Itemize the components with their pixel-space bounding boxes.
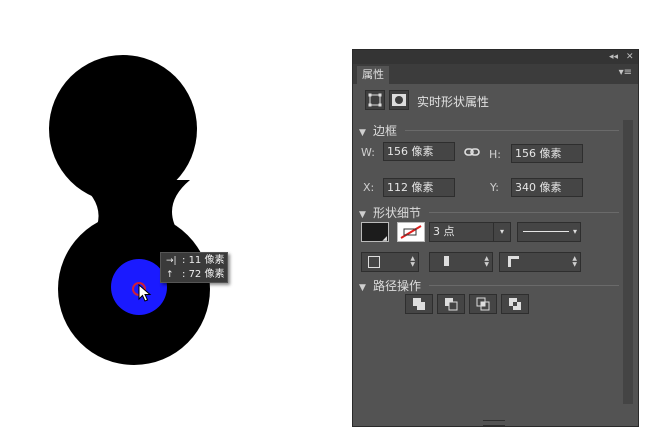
dropdown-arrow-icon: ◢ <box>382 235 387 242</box>
exclude-overlap-icon <box>509 298 521 310</box>
measurement-tooltip: →|: 11 像素 ↑: 72 像素 <box>160 252 228 283</box>
intersect-shapes-button[interactable] <box>469 294 497 314</box>
stroke-color-swatch[interactable] <box>397 222 425 242</box>
intersect-shapes-icon <box>476 297 490 311</box>
horizontal-distance-icon: →| <box>166 256 177 266</box>
stroke-align-dropdown[interactable]: ▲ ▼ <box>361 252 419 272</box>
properties-panel: ◂◂ ✕ 属性 ▾≡ 实时形状属性 ▼ 边框 W: 156 像素 H: 156 像… <box>352 49 639 427</box>
panel-tab-bar: 属性 ▾≡ <box>353 64 638 84</box>
collapse-icon[interactable]: ◂◂ <box>609 50 618 64</box>
combine-shapes-icon <box>413 298 425 310</box>
spinner-arrows-icon: ▲ ▼ <box>484 255 489 268</box>
panel-menu-icon[interactable]: ▾≡ <box>619 64 632 82</box>
tooltip-row-horizontal: →|: 11 像素 <box>166 254 227 268</box>
dropdown-arrow-icon[interactable]: ▾ <box>493 223 510 241</box>
subtract-front-shape-button[interactable] <box>437 294 465 314</box>
close-icon[interactable]: ✕ <box>626 50 634 64</box>
section-separator <box>429 212 619 213</box>
exclude-overlap-button[interactable] <box>501 294 529 314</box>
live-shape-properties-label: 实时形状属性 <box>417 95 490 109</box>
merged-shape[interactable] <box>49 55 210 365</box>
stroke-style-line <box>523 231 569 232</box>
tab-properties[interactable]: 属性 <box>357 66 389 84</box>
panel-scrollbar[interactable] <box>623 120 633 404</box>
fill-color-swatch[interactable]: ◢ <box>361 222 389 242</box>
panel-title-bar[interactable]: ◂◂ ✕ <box>353 50 638 64</box>
spinner-arrows-icon: ▲ ▼ <box>410 255 415 268</box>
vertical-distance-icon: ↑ <box>166 270 174 280</box>
subtract-front-shape-icon <box>445 298 458 311</box>
section-path-operations-title: 路径操作 <box>373 279 422 293</box>
section-path-operations[interactable]: ▼ 路径操作 <box>359 277 421 294</box>
width-field[interactable]: 156 像素 <box>383 142 455 161</box>
stroke-corner-icon <box>508 256 519 267</box>
shape-properties-icon[interactable] <box>365 90 385 110</box>
stroke-style-dropdown[interactable]: ▾ <box>517 222 581 242</box>
stroke-width-value: 3 点 <box>433 225 455 238</box>
panel-body: 实时形状属性 ▼ 边框 W: 156 像素 H: 156 像素 X: 112 像素… <box>353 84 638 426</box>
y-label: Y: <box>490 181 499 194</box>
mask-properties-icon[interactable] <box>389 90 409 110</box>
section-collapse-arrow-icon[interactable]: ▼ <box>359 210 373 220</box>
section-collapse-arrow-icon[interactable]: ▼ <box>359 128 373 138</box>
document-canvas[interactable] <box>0 0 352 432</box>
vertical-distance-value: 72 像素 <box>188 269 225 280</box>
section-bounds[interactable]: ▼ 边框 <box>359 122 397 139</box>
stroke-cap-dropdown[interactable]: ▲ ▼ <box>429 252 493 272</box>
stroke-width-field[interactable]: 3 点 ▾ <box>429 222 511 242</box>
mouse-pointer-icon <box>138 284 152 302</box>
x-label: X: <box>363 181 375 194</box>
stroke-align-icon <box>368 256 380 268</box>
height-field[interactable]: 156 像素 <box>511 144 583 163</box>
link-dimensions-icon[interactable] <box>463 144 481 160</box>
spinner-arrows-icon: ▲ ▼ <box>572 255 577 268</box>
section-shape-details[interactable]: ▼ 形状细节 <box>359 204 421 221</box>
section-separator <box>429 285 619 286</box>
stroke-corner-dropdown[interactable]: ▲ ▼ <box>499 252 581 272</box>
section-shape-details-title: 形状细节 <box>373 206 422 220</box>
section-collapse-arrow-icon[interactable]: ▼ <box>359 283 373 293</box>
combine-shapes-button[interactable] <box>405 294 433 314</box>
height-label: H: <box>489 148 501 161</box>
tooltip-row-vertical: ↑: 72 像素 <box>166 268 227 282</box>
width-label: W: <box>361 146 375 159</box>
section-separator <box>405 130 619 131</box>
horizontal-distance-value: 11 像素 <box>188 255 225 266</box>
panel-resize-handle[interactable] <box>483 420 505 426</box>
y-field[interactable]: 340 像素 <box>511 178 583 197</box>
x-field[interactable]: 112 像素 <box>383 178 455 197</box>
section-bounds-title: 边框 <box>373 124 398 138</box>
stroke-cap-icon <box>444 256 449 266</box>
dropdown-arrow-icon: ▾ <box>572 227 577 236</box>
